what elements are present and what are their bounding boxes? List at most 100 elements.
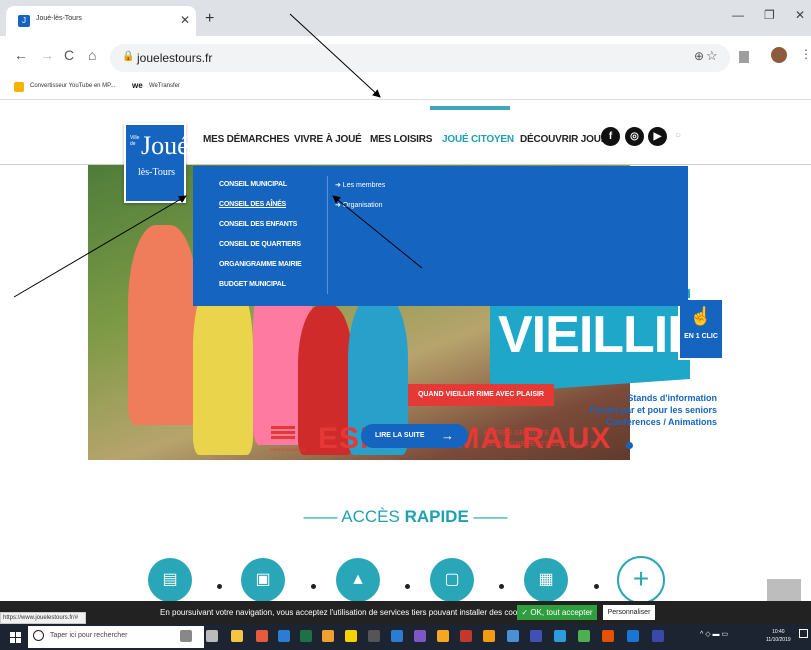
file-explorer-icon[interactable] [231,630,243,642]
url-input[interactable]: 🔒 jouelestours.fr ⊕ [110,44,730,72]
youtube-converter-icon [14,82,24,92]
word-icon[interactable] [391,630,403,642]
quick-access-chat-icon[interactable]: ▢ [430,558,474,602]
quick-access-plus-icon[interactable]: + [617,556,665,604]
site-logo[interactable]: Ville de Joué lès-Tours [124,123,189,203]
bookmark-youtube-converter[interactable]: Convertisseur YouTube en MP... [30,83,115,89]
app-icon[interactable] [322,630,334,642]
minimize-button[interactable]: — [732,8,744,22]
app-icon[interactable] [460,630,472,642]
nav-mes-loisirs[interactable]: MES LOISIRS [370,134,432,145]
app-icon[interactable] [278,630,290,642]
menu-item-conseil-municipal[interactable]: CONSEIL MUNICIPAL [219,181,287,188]
app-icon[interactable] [414,630,426,642]
search-icon[interactable]: ○ [675,130,681,141]
clock-date: 11/10/2019 [766,637,791,643]
nav-mes-demarches[interactable]: MES DÉMARCHES [203,134,289,145]
submenu-les-membres[interactable]: ➜ Les membres [335,181,385,189]
submenu-organisation[interactable]: ➜ Organisation [335,201,383,209]
restore-button[interactable]: ❐ [764,8,775,22]
separator-dot [594,584,599,589]
app-icon[interactable] [437,630,449,642]
quick-access-cart-icon[interactable]: ▦ [524,558,568,602]
nav-vivre-a-joue[interactable]: VIVRE À JOUÉ [294,134,362,145]
youtube-icon[interactable]: ▶ [648,127,667,146]
arrow-right-icon: → [441,428,454,443]
home-button[interactable]: ⌂ [88,47,96,63]
app-icon[interactable] [368,630,380,642]
browser-menu-icon[interactable]: ⋮ [800,47,811,61]
facebook-icon[interactable]: f [601,127,620,146]
back-button[interactable]: ← [14,47,28,63]
taskbar-search-input[interactable]: Taper ici pour rechercher [28,626,204,648]
hand-pointer-icon: ☝ [689,306,713,326]
menu-item-budget-municipal[interactable]: BUDGET MUNICIPAL [219,281,286,288]
notifications-icon[interactable] [799,629,808,638]
app-icon[interactable] [345,630,357,642]
en-1-clic-button[interactable]: ☝ EN 1 CLIC [678,298,724,360]
quick-access-cone-icon[interactable]: ▲ [336,558,380,602]
menu-item-organigramme-mairie[interactable]: ORGANIGRAMME MAIRIE [219,261,302,268]
wetransfer-icon: we [132,81,143,90]
app-icon[interactable] [652,630,664,642]
cookie-text: En poursuivant votre navigation, vous ac… [160,608,532,617]
edge-icon[interactable] [627,630,639,642]
favicon-icon: J [18,15,30,27]
quick-access-restaurant-icon[interactable]: ▣ [241,558,285,602]
lire-la-suite-button[interactable]: LIRE LA SUITE → [361,424,468,448]
app-icon[interactable] [578,630,590,642]
tab-close-icon[interactable]: ✕ [180,13,190,27]
lire-la-suite-label: LIRE LA SUITE [375,432,425,439]
status-url: https://www.jouelestours.fr/# [0,612,86,624]
tab-title: Joué-lès-Tours [36,15,82,22]
separator-dot [311,584,316,589]
espace-malraux-logo [271,426,295,444]
menu-item-conseil-des-enfants[interactable]: CONSEIL DES ENFANTS [219,221,297,228]
new-tab-button[interactable]: + [205,10,214,28]
cookie-personnaliser-button[interactable]: Personnaliser [603,605,655,620]
task-view-icon[interactable] [206,630,218,642]
menu-item-conseil-de-quartiers[interactable]: CONSEIL DE QUARTIERS [219,241,301,248]
entree-gratuite: ENTRÉE GRATUITE [484,430,550,437]
chrome-icon[interactable] [602,630,614,642]
taskbar-clock[interactable]: 10:40 11/10/2019 [766,628,791,644]
separator-dot [499,584,504,589]
app-icon[interactable] [554,630,566,642]
en-1-clic-label: EN 1 CLIC [684,333,718,340]
system-tray-icons[interactable]: ^ ◇ ▬ ▭ [700,630,728,638]
separator-dot [405,584,410,589]
renseignements: RENSEIGNEMENTS 02 47 39 70 54 [484,441,599,448]
separator-dot [217,584,222,589]
slider-dot[interactable] [626,442,633,449]
quick-access-id-card-icon[interactable]: ▤ [148,558,192,602]
close-window-button[interactable]: ✕ [795,8,805,22]
app-icon[interactable] [530,630,542,642]
app-icon[interactable] [483,630,495,642]
forward-button[interactable]: → [40,47,54,63]
zoom-icon[interactable]: ⊕ [694,49,704,63]
acces-rapide-heading: —— ACCÈS RAPIDE —— [303,507,508,526]
profile-avatar[interactable] [771,47,787,63]
nav-joue-citoyen[interactable]: JOUÉ CITOYEN [442,134,514,145]
app-icon[interactable] [256,630,268,642]
info-line-2: Forum par et pour les seniors [589,405,717,415]
instagram-icon[interactable]: ◎ [625,127,644,146]
info-line-1: Stands d'information [627,393,717,403]
acces-rapide-part2: RAPIDE [404,507,469,526]
hero-headline: VIEILLIR [498,306,705,364]
extension-icon[interactable] [739,51,749,63]
app-icon[interactable] [507,630,519,642]
hero-tagline: QUAND VIEILLIR RIME AVEC PLAISIR [408,384,554,406]
logo-ville-de: Ville de [130,135,140,147]
nav-decouvrir-joue[interactable]: DÉCOUVRIR JOUÉ [520,134,607,145]
entree-info: ENTRÉE GRATUITE RENSEIGNEMENTS 02 47 39 … [484,428,598,450]
bookmark-star-icon[interactable]: ☆ [706,48,718,64]
windows-start-icon[interactable] [10,632,22,644]
excel-icon[interactable] [300,630,312,642]
bookmark-wetransfer[interactable]: WeTransfer [149,83,180,89]
browser-tab[interactable]: J Joué-lès-Tours ✕ [6,6,196,36]
cookie-accept-button[interactable]: ✓ OK, tout accepter [517,605,597,620]
reload-button[interactable]: C [64,47,74,63]
menu-item-conseil-des-aines[interactable]: CONSEIL DES AÎNÉS [219,201,286,208]
microphone-icon[interactable] [180,630,192,642]
